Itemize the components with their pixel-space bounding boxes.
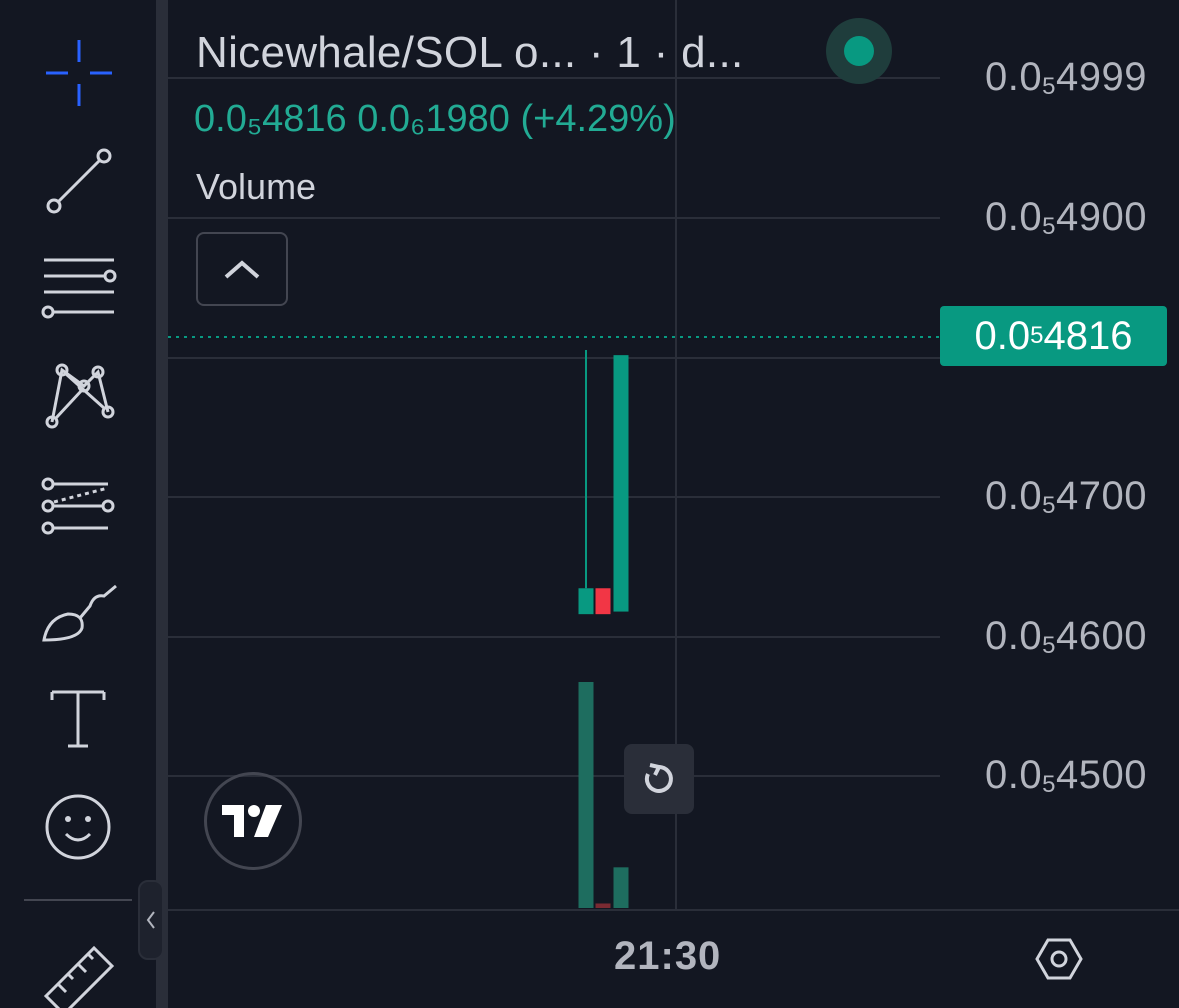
price-change-percent: (+4.29%) — [520, 98, 676, 140]
candle-body — [595, 588, 611, 615]
tradingview-logo-icon — [222, 805, 282, 837]
volume-legend-label[interactable]: Volume — [196, 166, 316, 208]
forecast-icon[interactable] — [38, 464, 120, 546]
settings-icon — [1035, 938, 1083, 980]
last-price: 0.0₅4816 — [194, 98, 347, 140]
chart-settings-button[interactable] — [1030, 930, 1088, 988]
candle-body — [578, 588, 594, 615]
current-price-label: 0.0 5 4816 — [940, 306, 1167, 366]
price-change: 0.0₆1980 — [357, 98, 510, 140]
status-dot-icon — [844, 36, 874, 66]
emoji-icon[interactable] — [38, 786, 120, 868]
price-axis-label: 0.054999 — [985, 55, 1147, 100]
reset-icon — [644, 763, 673, 793]
fib-retracement-icon[interactable] — [38, 244, 120, 326]
drawing-toolbar — [0, 0, 156, 1008]
toolbar-chart-divider — [156, 0, 168, 1008]
legend-values: 0.0₅4816 0.0₆1980 (+4.29%) — [194, 98, 676, 141]
candle-body — [613, 355, 629, 612]
trend-line-icon[interactable] — [38, 138, 120, 220]
chart-pane[interactable]: Nicewhale/SOL o... · 1 · d... 0.0₅4816 0… — [168, 0, 1179, 1008]
price-axis-label: 0.054600 — [985, 614, 1147, 659]
text-icon[interactable] — [38, 678, 120, 760]
price-axis-label: 0.054900 — [985, 195, 1147, 240]
brush-icon[interactable] — [38, 574, 120, 656]
crosshair-icon[interactable] — [38, 32, 120, 114]
reset-chart-button[interactable] — [624, 744, 694, 814]
time-axis-label: 21:30 — [614, 934, 722, 978]
chevron-left-icon — [146, 911, 155, 929]
symbol-title[interactable]: Nicewhale/SOL o... · 1 · d... — [196, 28, 744, 78]
market-status-indicator[interactable] — [826, 18, 892, 84]
collapse-legend-button[interactable] — [196, 232, 288, 306]
tradingview-logo[interactable] — [204, 772, 302, 870]
collapse-toolbar-button[interactable] — [138, 880, 164, 960]
volume-bar — [595, 903, 611, 908]
chevron-up-icon — [224, 260, 260, 279]
price-axis-label: 0.054500 — [985, 753, 1147, 798]
toolbar-divider — [24, 899, 132, 901]
pattern-icon[interactable] — [38, 356, 120, 438]
volume-bar — [578, 682, 594, 908]
price-axis-label: 0.054700 — [985, 474, 1147, 519]
candles — [578, 349, 629, 615]
volume-bars — [578, 682, 629, 908]
ruler-icon[interactable] — [38, 926, 120, 1008]
volume-bar — [613, 867, 629, 908]
